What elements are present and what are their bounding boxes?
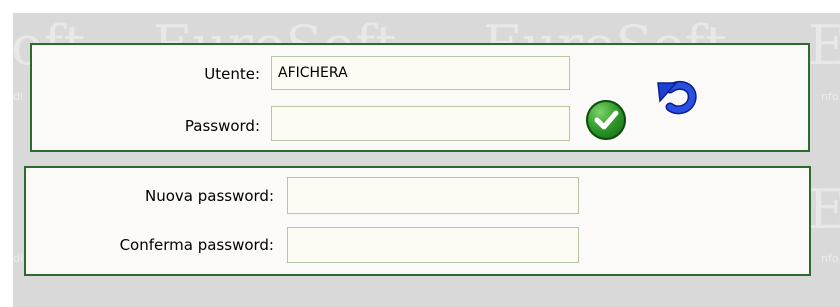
password-input[interactable] [271, 106, 570, 141]
user-label: Utente: [204, 65, 260, 83]
user-input[interactable] [271, 56, 570, 90]
watermark-small-left: di [13, 90, 24, 103]
confirm-password-input[interactable] [287, 227, 579, 263]
check-icon [594, 110, 619, 130]
watermark-small-right: nfo [821, 252, 839, 265]
confirm-button[interactable] [586, 100, 626, 140]
confirm-password-label: Conferma password: [119, 236, 274, 254]
watermark-fragment-right: E [808, 14, 840, 77]
watermark-small-left: di [13, 252, 24, 265]
watermark-fragment-right: E [808, 178, 840, 241]
password-label: Password: [184, 117, 260, 135]
new-password-label: Nuova password: [144, 187, 274, 205]
watermark-small-right: nfo [821, 90, 839, 103]
undo-button[interactable] [656, 79, 700, 117]
new-password-input[interactable] [287, 177, 579, 214]
undo-arrow-icon [657, 80, 697, 115]
